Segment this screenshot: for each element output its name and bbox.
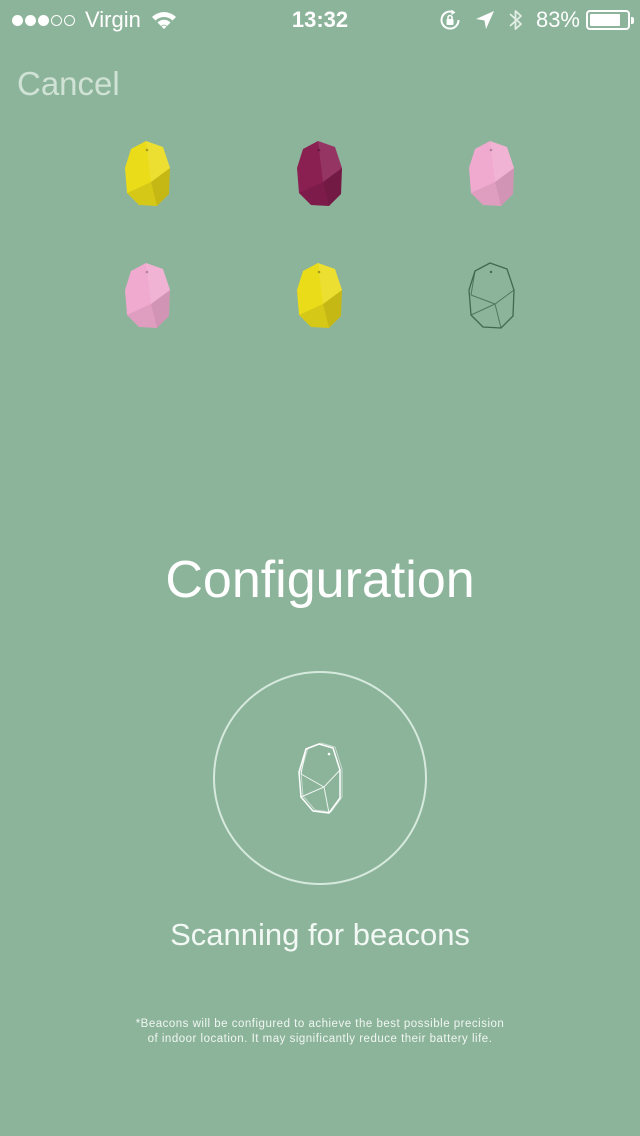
beacon-outline-icon xyxy=(462,260,522,332)
beacon-icon-pink xyxy=(462,138,522,210)
beacon-icon-purple xyxy=(290,138,350,210)
battery-percent: 83% xyxy=(535,7,580,32)
bluetooth-icon xyxy=(509,10,522,30)
battery-tip xyxy=(631,17,634,24)
location-arrow-icon xyxy=(475,11,494,29)
scanning-beacon-icon xyxy=(296,741,346,817)
rotation-lock-icon xyxy=(440,9,460,30)
beacon-icon-yellow xyxy=(290,260,350,332)
footnote-text: *Beacons will be configured to achieve t… xyxy=(60,1017,580,1047)
footnote-line: *Beacons will be configured to achieve t… xyxy=(135,1018,505,1030)
beacon-icon-pink xyxy=(118,260,178,332)
battery-icon xyxy=(586,10,634,30)
beacon-icon-yellow xyxy=(118,138,178,210)
battery-level-fill xyxy=(590,14,620,26)
page-title: Configuration xyxy=(165,551,475,609)
scanning-status-text: Scanning for beacons xyxy=(170,917,470,952)
footnote-line: of indoor location. It may significantly… xyxy=(147,1033,493,1045)
status-bar: Virgin 13:32 83% xyxy=(0,0,640,40)
cancel-button[interactable]: Cancel xyxy=(17,64,120,104)
status-bar-right: 83% xyxy=(438,6,634,34)
